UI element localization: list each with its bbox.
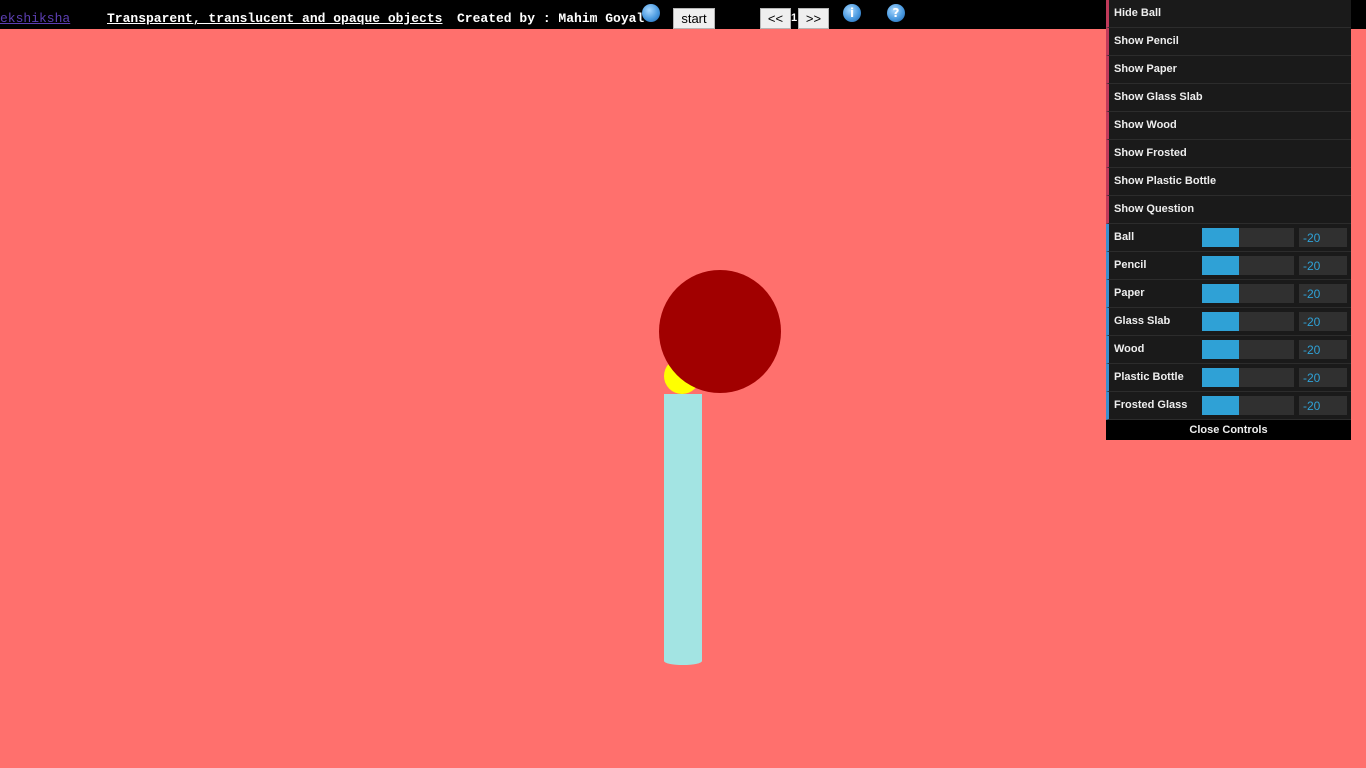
opacity-slider-row: Ball -20 [1106, 224, 1351, 252]
toggle-control[interactable]: Show Pencil [1106, 28, 1351, 56]
toggle-control[interactable]: Show Question [1106, 196, 1351, 224]
slider-fill [1202, 284, 1239, 303]
slider-label: Frosted Glass [1114, 399, 1188, 411]
slider-value-input[interactable]: -20 [1299, 312, 1347, 331]
slider-label: Ball [1114, 231, 1135, 243]
slider-value-input[interactable]: -20 [1299, 340, 1347, 359]
slider-fill [1202, 256, 1239, 275]
slider-track[interactable] [1202, 368, 1294, 387]
slider-fill [1202, 340, 1239, 359]
help-icon[interactable]: ? [887, 4, 905, 22]
slider-value-input[interactable]: -20 [1299, 284, 1347, 303]
slider-value-input[interactable]: -20 [1299, 396, 1347, 415]
author-credit: Created by : Mahim Goyal [457, 11, 645, 26]
slider-label: Paper [1114, 287, 1145, 299]
toggle-label: Show Paper [1114, 63, 1177, 75]
opacity-slider-row: Paper -20 [1106, 280, 1351, 308]
toggle-label: Show Pencil [1114, 35, 1179, 47]
slider-label: Wood [1114, 343, 1145, 355]
opacity-slider-row: Pencil -20 [1106, 252, 1351, 280]
globe-icon[interactable] [642, 4, 660, 22]
candle-body [664, 394, 702, 665]
slider-value-input[interactable]: -20 [1299, 228, 1347, 247]
start-button[interactable]: start [673, 8, 715, 29]
toggle-label: Show Glass Slab [1114, 91, 1203, 103]
toggle-control[interactable]: Show Frosted [1106, 140, 1351, 168]
toggle-label: Hide Ball [1114, 7, 1162, 19]
slider-fill [1202, 312, 1239, 331]
ball-object [659, 270, 781, 393]
close-controls-button[interactable]: Close Controls [1106, 420, 1351, 440]
page-title[interactable]: Transparent, translucent and opaque obje… [107, 11, 442, 26]
slider-value-input[interactable]: -20 [1299, 256, 1347, 275]
opacity-slider-row: Plastic Bottle -20 [1106, 364, 1351, 392]
toggle-control[interactable]: Show Glass Slab [1106, 84, 1351, 112]
slider-label: Pencil [1114, 259, 1147, 271]
toggle-control[interactable]: Show Plastic Bottle [1106, 168, 1351, 196]
slider-track[interactable] [1202, 228, 1294, 247]
toggle-control[interactable]: Hide Ball [1106, 0, 1351, 28]
slider-track[interactable] [1202, 396, 1294, 415]
slider-track[interactable] [1202, 256, 1294, 275]
next-page-button[interactable]: >> [798, 8, 829, 29]
slider-fill [1202, 396, 1239, 415]
brand-link[interactable]: ekshiksha [0, 11, 70, 26]
slider-label: Plastic Bottle [1114, 371, 1184, 383]
slider-value-input[interactable]: -20 [1299, 368, 1347, 387]
toggle-control[interactable]: Show Paper [1106, 56, 1351, 84]
controls-panel: Hide Ball Show Pencil Show Paper Show Glass… [1106, 0, 1351, 440]
toggle-label: Show Frosted [1114, 147, 1187, 159]
opacity-slider-row: Wood -20 [1106, 336, 1351, 364]
opacity-slider-row: Glass Slab -20 [1106, 308, 1351, 336]
page-number: 1 [791, 12, 798, 24]
slider-track[interactable] [1202, 340, 1294, 359]
toggle-label: Show Wood [1114, 119, 1177, 131]
slider-track[interactable] [1202, 312, 1294, 331]
prev-page-button[interactable]: << [760, 8, 791, 29]
slider-fill [1202, 368, 1239, 387]
toggle-label: Show Plastic Bottle [1114, 175, 1217, 187]
toggle-control[interactable]: Show Wood [1106, 112, 1351, 140]
info-icon[interactable]: i [843, 4, 861, 22]
toggle-label: Show Question [1114, 203, 1195, 215]
opacity-slider-row: Frosted Glass -20 [1106, 392, 1351, 420]
slider-label: Glass Slab [1114, 315, 1171, 327]
slider-track[interactable] [1202, 284, 1294, 303]
slider-fill [1202, 228, 1239, 247]
